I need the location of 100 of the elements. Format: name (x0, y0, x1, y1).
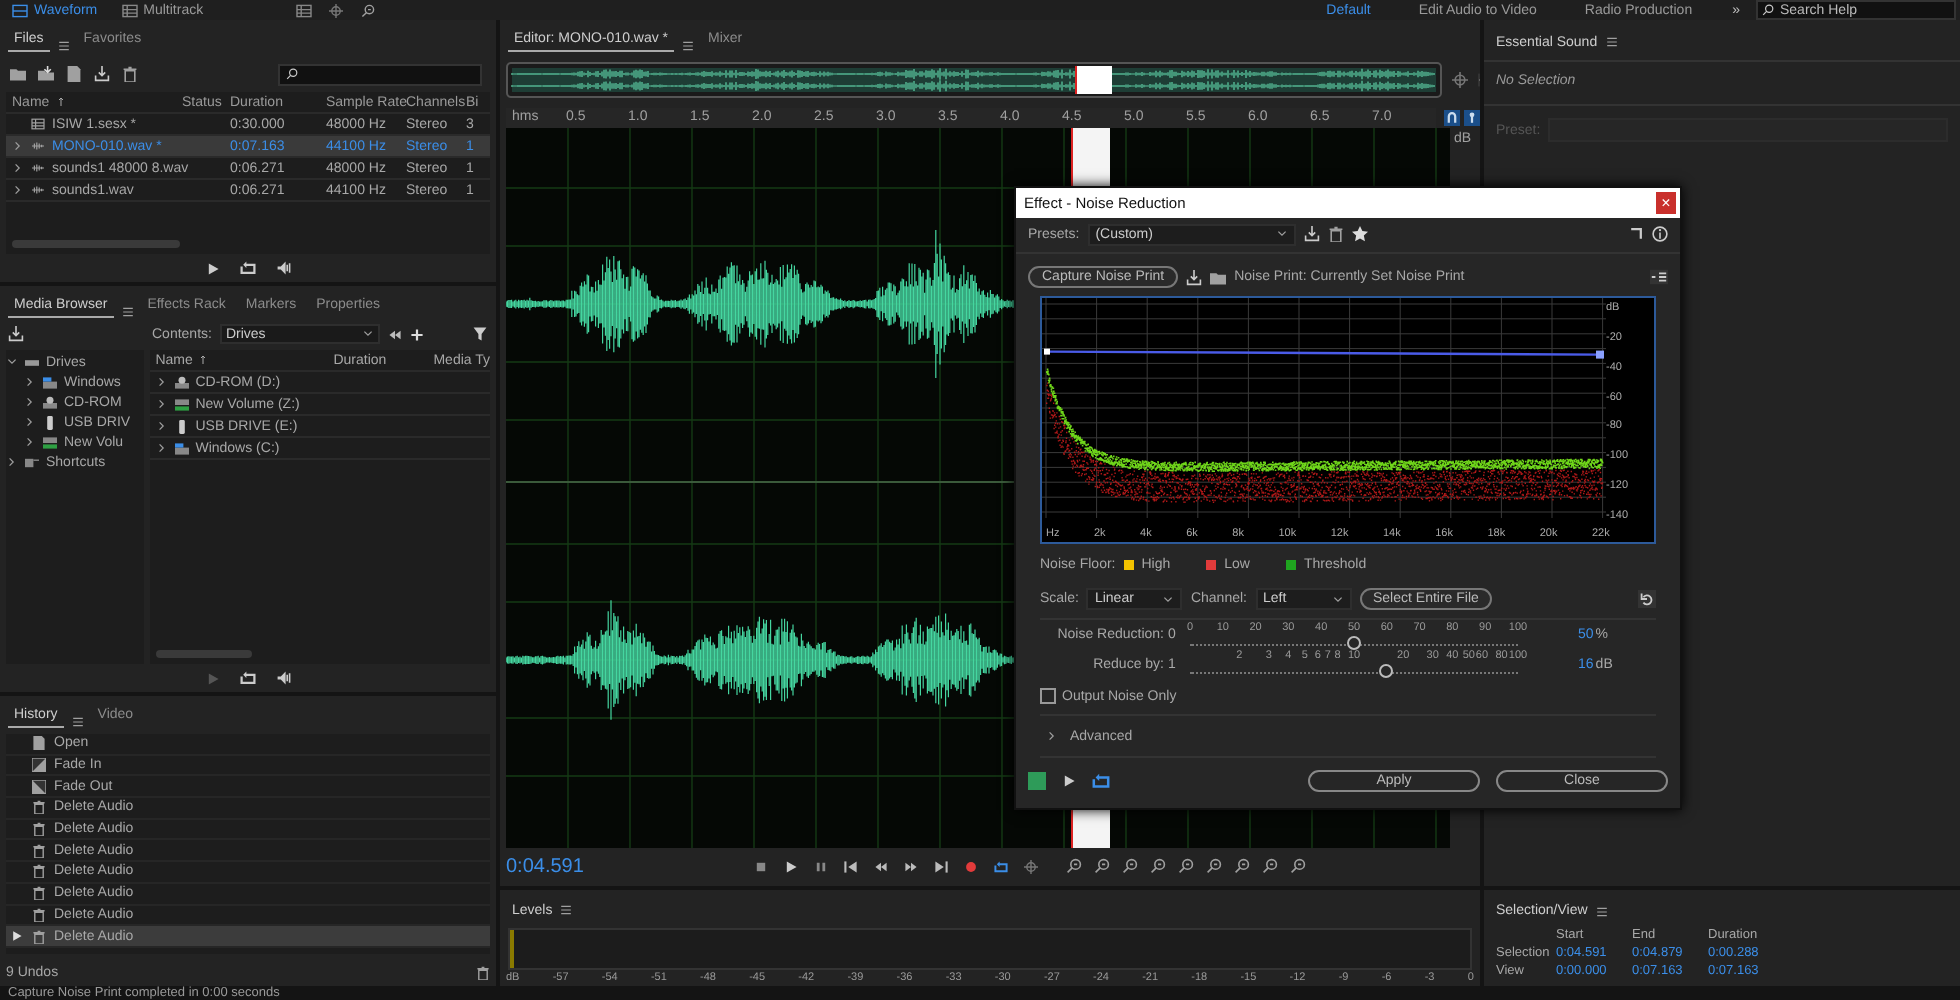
chevron-right-icon[interactable] (155, 398, 168, 410)
slider-thumb[interactable] (1379, 664, 1394, 679)
zoom-icon[interactable] (1178, 858, 1194, 874)
trash-icon (32, 929, 46, 944)
zoom-icon[interactable] (1262, 858, 1278, 874)
crosshair-icon[interactable] (327, 3, 344, 17)
trash-icon (32, 800, 46, 815)
import-icon[interactable] (38, 66, 54, 82)
panel-menu-icon[interactable] (71, 716, 84, 728)
magnet-icon[interactable] (1444, 110, 1460, 126)
noise-spectrum-drawing[interactable] (1042, 298, 1606, 519)
speaker-icon[interactable] (275, 260, 291, 276)
zoom-icon[interactable] (1094, 858, 1110, 874)
trash-icon[interactable] (122, 66, 138, 82)
close-button[interactable]: × (1656, 191, 1676, 214)
info-icon[interactable] (1652, 226, 1668, 243)
save-noise-print-icon[interactable] (1186, 269, 1203, 286)
loop-icon[interactable] (239, 260, 255, 276)
chevron-right-icon[interactable] (24, 396, 36, 408)
drive-icon (42, 415, 58, 429)
zoom-icon[interactable] (359, 3, 376, 17)
pin-icon[interactable] (1464, 110, 1480, 126)
grid-icon[interactable] (295, 3, 312, 17)
zoom-icon[interactable] (1206, 858, 1222, 874)
document-icon (32, 736, 46, 751)
folder-icon[interactable] (1210, 269, 1227, 286)
play-icon[interactable] (1062, 774, 1076, 788)
download-icon[interactable] (8, 326, 24, 342)
slider-thumb[interactable] (1347, 635, 1361, 650)
loop-icon[interactable] (994, 859, 1008, 873)
chevron-right-icon[interactable] (24, 416, 36, 428)
waveform-icon (12, 3, 28, 17)
zoom-icon[interactable] (1122, 858, 1138, 874)
rewind-icon[interactable] (874, 859, 888, 873)
skip-to-start-icon[interactable] (844, 859, 858, 873)
back-arrow-icon[interactable] (387, 327, 402, 341)
chevron-down-icon[interactable] (6, 356, 18, 368)
drive-icon (173, 397, 190, 411)
panel-menu-icon[interactable] (57, 40, 70, 52)
chevron-right-icon[interactable] (155, 442, 168, 454)
panel-menu-icon[interactable] (1595, 905, 1608, 917)
skip-to-end-icon[interactable] (934, 859, 948, 873)
drive-icon (173, 419, 190, 433)
checkbox[interactable] (1040, 688, 1056, 705)
zoom-icon[interactable] (1234, 858, 1250, 874)
play-icon[interactable] (205, 261, 219, 275)
search-field[interactable] (278, 63, 482, 85)
zoom-icon[interactable] (1066, 858, 1082, 874)
dropdown-caret-icon (361, 328, 374, 340)
zoom-icon[interactable] (1150, 858, 1166, 874)
stop-icon[interactable] (754, 859, 768, 873)
dropdown-caret-icon (1162, 593, 1175, 606)
zoom-crosshair-icon[interactable] (1452, 72, 1468, 88)
chevron-right-icon[interactable] (155, 420, 168, 432)
sort-arrow-icon (198, 354, 209, 366)
record-icon[interactable] (964, 859, 978, 873)
panel-menu-icon[interactable] (1605, 36, 1618, 48)
panel-menu-icon[interactable] (560, 904, 573, 917)
loop-icon[interactable] (239, 670, 255, 686)
plus-icon[interactable] (409, 327, 424, 341)
grid-icon (121, 3, 138, 17)
chevron-right-icon[interactable] (1046, 730, 1058, 743)
pause-icon[interactable] (814, 859, 828, 873)
filter-icon[interactable] (472, 326, 488, 342)
trash-icon[interactable] (476, 966, 490, 980)
star-icon[interactable] (1351, 226, 1368, 243)
sort-arrow-icon (55, 96, 66, 108)
play-icon[interactable] (784, 859, 798, 873)
chevron-right-icon[interactable] (24, 376, 36, 388)
dropdown-caret-icon (1275, 228, 1288, 241)
overview-waveform-drawing[interactable] (506, 62, 1442, 98)
reset-icon[interactable] (1638, 590, 1656, 609)
waveform-icon (30, 184, 46, 196)
drive-icon (173, 375, 190, 389)
loop-icon[interactable] (1092, 772, 1110, 790)
zoom-icon[interactable] (1290, 858, 1306, 874)
speaker-icon[interactable] (275, 670, 291, 686)
menu-icon[interactable] (1650, 268, 1668, 287)
panel-menu-icon[interactable] (682, 40, 695, 52)
download-icon[interactable] (94, 66, 110, 82)
folder-icon[interactable] (10, 66, 26, 82)
current-state-arrow-icon (12, 930, 24, 943)
multitrack-icon (30, 118, 46, 130)
document-icon[interactable] (66, 66, 82, 82)
drive-icon (24, 455, 40, 469)
trash-icon[interactable] (1327, 226, 1344, 243)
panel-menu-icon[interactable] (121, 306, 134, 318)
chevron-right-icon[interactable] (155, 376, 168, 388)
fast-forward-icon[interactable] (904, 859, 918, 873)
search-icon (286, 68, 298, 80)
save-preset-icon[interactable] (1303, 226, 1320, 243)
current-time: 0:04.591 (506, 855, 586, 877)
trash-icon (32, 907, 46, 922)
chevron-right-icon[interactable] (6, 456, 18, 468)
fade-in-icon (32, 758, 46, 773)
trash-icon (32, 864, 46, 879)
drive-icon (42, 395, 58, 409)
power-toggle[interactable] (1028, 772, 1046, 790)
fade-out-icon (32, 779, 46, 794)
chevron-right-icon[interactable] (24, 436, 36, 448)
